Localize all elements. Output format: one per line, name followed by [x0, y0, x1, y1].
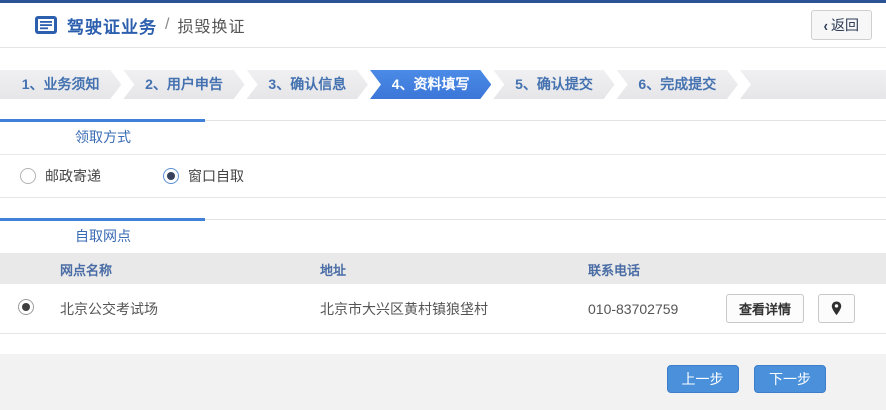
step-tab-1[interactable]: 1、业务须知 — [0, 70, 121, 99]
outlet-table-row: 北京公交考试场 北京市大兴区黄村镇狼垡村 010-83702759 查看详情 — [0, 284, 886, 334]
step-tab-4-active[interactable]: 4、资料填写 — [370, 70, 491, 99]
breadcrumb-separator: / — [165, 16, 170, 33]
breadcrumb-current: 损毁换证 — [177, 19, 246, 36]
step-tab-3[interactable]: 3、确认信息 — [247, 70, 368, 99]
outlet-select-cell — [0, 299, 40, 318]
page: 驾驶证业务 / 损毁换证 ‹ 返回 1、业务须知 2、用户申告 3、确认信息 4… — [0, 0, 886, 410]
footer-bar: 上一步 下一步 — [0, 354, 886, 410]
prev-step-button[interactable]: 上一步 — [666, 365, 739, 393]
pickup-outlets-title: 自取网点 — [75, 228, 131, 244]
outlet-name: 北京公交考试场 — [60, 300, 158, 317]
step-tab-6[interactable]: 6、完成提交 — [617, 70, 738, 99]
pickup-method-options: 邮政寄递 窗口自取 — [0, 155, 886, 198]
outlet-phone: 010-83702759 — [588, 300, 679, 317]
step-tab-5[interactable]: 5、确认提交 — [493, 70, 614, 99]
license-card-icon — [35, 16, 57, 34]
pickup-method-title: 领取方式 — [75, 129, 131, 145]
step-nav: 1、业务须知 2、用户申告 3、确认信息 4、资料填写 5、确认提交 6、完成提… — [0, 70, 886, 99]
outlets-table-header: 网点名称 地址 联系电话 — [0, 254, 886, 284]
outlets-col-phone: 联系电话 — [588, 262, 641, 278]
radio-checked-icon[interactable] — [163, 168, 179, 184]
radio-postal-label: 邮政寄递 — [45, 168, 101, 184]
outlet-radio-checked-icon[interactable] — [18, 299, 34, 315]
outlet-address: 北京市大兴区黄村镇狼垡村 — [320, 300, 488, 317]
page-title: 驾驶证业务 — [67, 17, 157, 37]
map-pin-button[interactable] — [818, 294, 856, 323]
step-nav-filler — [739, 70, 886, 99]
outlet-actions: 查看详情 — [726, 294, 886, 323]
outlets-col-name: 网点名称 — [60, 262, 113, 278]
outlets-col-address: 地址 — [320, 262, 347, 278]
pickup-method-section: 领取方式 邮政寄递 窗口自取 — [0, 119, 886, 198]
next-step-button[interactable]: 下一步 — [754, 365, 826, 393]
back-button-label: 返回 — [831, 17, 859, 33]
pickup-outlets-header: 自取网点 — [0, 218, 886, 254]
step-tab-2[interactable]: 2、用户申告 — [123, 70, 244, 99]
back-chevron-icon: ‹ — [823, 16, 828, 34]
pickup-method-header: 领取方式 — [0, 119, 886, 155]
map-pin-icon — [831, 301, 842, 316]
pickup-outlets-section: 自取网点 网点名称 地址 联系电话 北京公交考试场 北京市大兴区黄村镇狼垡村 0… — [0, 218, 886, 334]
radio-option-postal-delivery[interactable]: 邮政寄递 — [20, 166, 101, 186]
back-button[interactable]: ‹ 返回 — [810, 10, 872, 40]
view-details-button[interactable]: 查看详情 — [726, 294, 805, 323]
page-header: 驾驶证业务 / 损毁换证 ‹ 返回 — [0, 3, 886, 48]
radio-option-window-pickup[interactable]: 窗口自取 — [163, 166, 244, 186]
radio-window-label: 窗口自取 — [188, 168, 244, 184]
radio-unchecked-icon[interactable] — [20, 168, 36, 184]
